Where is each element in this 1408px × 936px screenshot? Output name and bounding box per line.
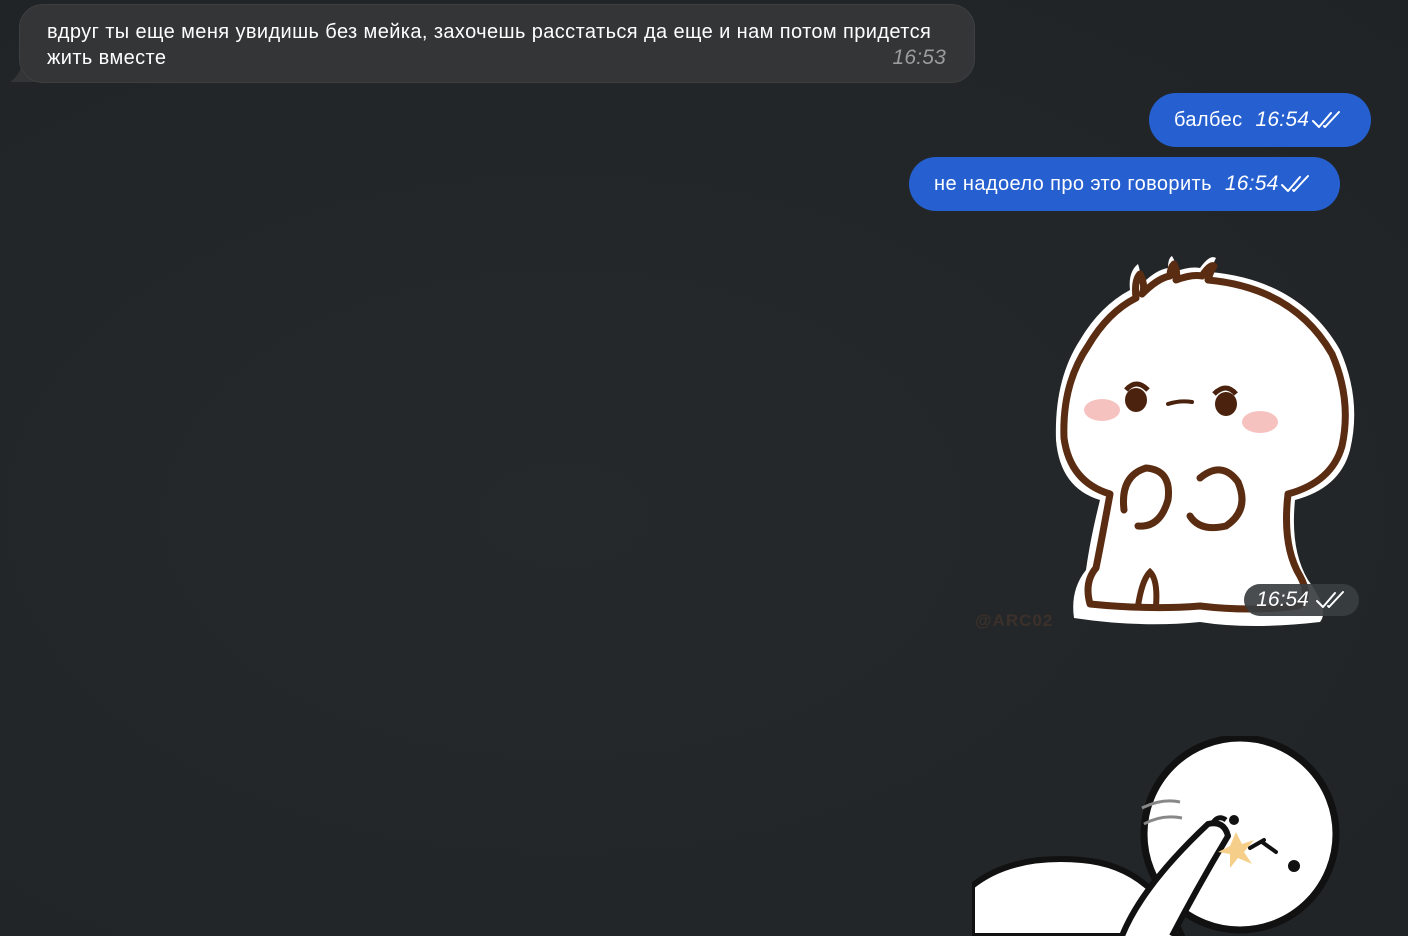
- message-text: балбес: [1174, 109, 1243, 131]
- outgoing-message[interactable]: балбес 16:54: [1149, 93, 1372, 147]
- message-time: 16:54: [1224, 172, 1279, 195]
- sticker-image[interactable]: [1050, 250, 1370, 640]
- message-time: 16:53: [892, 46, 946, 69]
- outgoing-message[interactable]: не надоело про это говорить 16:54: [909, 157, 1341, 211]
- double-check-icon: [1281, 175, 1310, 192]
- sticker-watermark: @ARC02: [975, 611, 1054, 630]
- message-time: 16:54: [1256, 588, 1309, 611]
- sticker-time-badge: 16:54: [1244, 584, 1359, 616]
- message-text: вдруг ты еще меня увидишь без мейка, зах…: [47, 21, 932, 69]
- chat-view[interactable]: вдруг ты еще меня увидишь без мейка, зах…: [0, 0, 1408, 936]
- message-time: 16:54: [1255, 108, 1310, 131]
- message-text: не надоело про это говорить: [934, 173, 1212, 195]
- double-check-icon: [1312, 111, 1341, 128]
- incoming-message[interactable]: вдруг ты еще меня увидишь без мейка, зах…: [19, 4, 975, 83]
- double-check-icon: [1315, 591, 1344, 608]
- sticker-image-partial[interactable]: [972, 736, 1408, 936]
